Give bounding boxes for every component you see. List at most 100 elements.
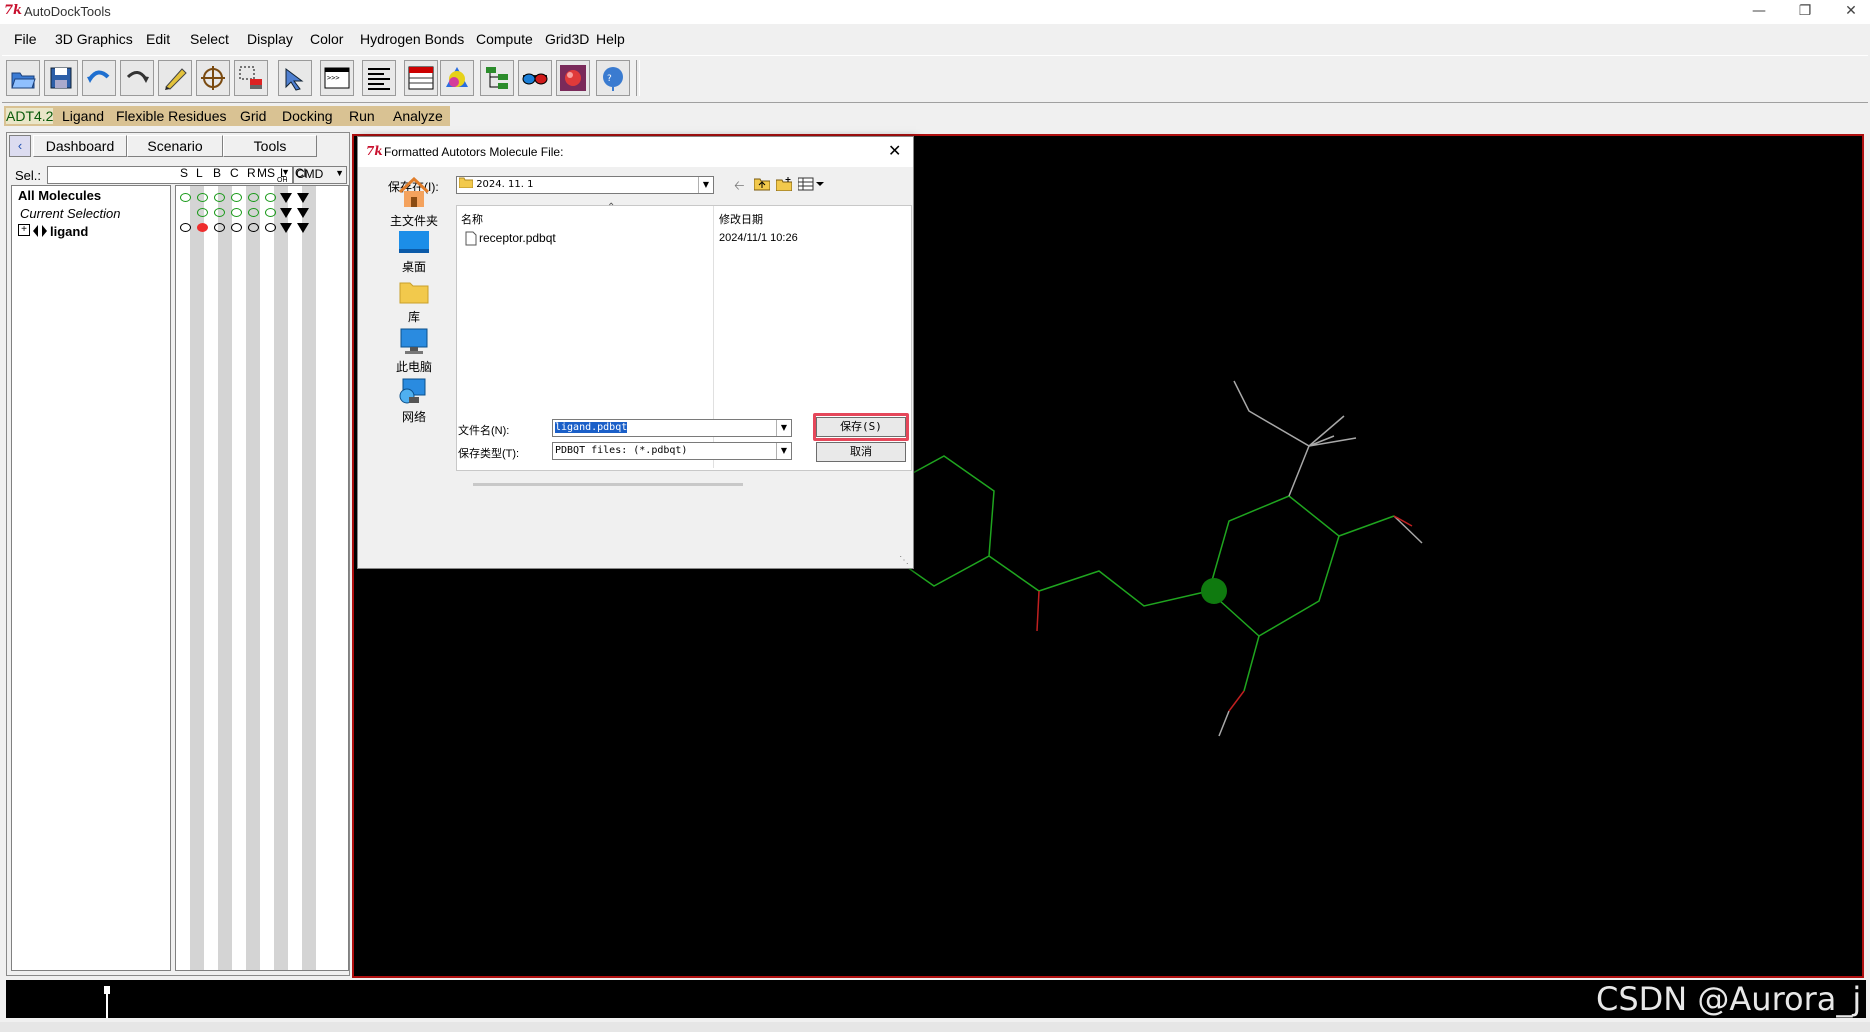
crosshair-icon[interactable] — [196, 60, 230, 96]
lines-toggle[interactable] — [197, 223, 208, 232]
module-ligand[interactable]: Ligand — [62, 108, 104, 124]
tree-ligand[interactable]: ligand — [50, 224, 88, 239]
label-dropdown-icon[interactable] — [280, 208, 292, 218]
module-grid[interactable]: Grid — [240, 108, 266, 124]
col-header-b[interactable]: B — [213, 166, 221, 180]
redo-icon[interactable] — [120, 60, 154, 96]
msms-toggle[interactable] — [265, 208, 276, 217]
menu-hydrogen-bonds[interactable]: Hydrogen Bonds — [360, 31, 464, 47]
tree-all-molecules[interactable]: All Molecules — [18, 188, 101, 203]
menu-color[interactable]: Color — [310, 31, 343, 47]
text-align-icon[interactable] — [362, 60, 396, 96]
close-icon[interactable]: ✕ — [888, 141, 901, 160]
save-in-dropdown[interactable]: 2024. 11. 1 ▼ — [456, 176, 714, 194]
tab-scenario[interactable]: Scenario — [127, 135, 223, 157]
menu-3d-graphics[interactable]: 3D Graphics — [55, 31, 133, 47]
menu-edit[interactable]: Edit — [146, 31, 170, 47]
msms-toggle[interactable] — [265, 193, 276, 202]
cpk-toggle[interactable] — [231, 193, 242, 202]
place-network[interactable]: 网络 — [374, 377, 454, 425]
tab-dashboard[interactable]: Dashboard — [33, 135, 127, 157]
selection-icon[interactable] — [234, 60, 268, 96]
restore-icon[interactable]: ❐ — [1782, 0, 1828, 24]
color-ball-icon[interactable] — [440, 60, 474, 96]
help-icon[interactable]: ? — [596, 60, 630, 96]
color-dropdown-icon[interactable] — [297, 208, 309, 218]
ball-toggle[interactable] — [214, 208, 225, 217]
cpk-toggle[interactable] — [231, 223, 242, 232]
col-header-s[interactable]: S — [180, 166, 188, 180]
pencil-icon[interactable] — [158, 60, 192, 96]
col-header-name[interactable]: 名称 — [461, 211, 483, 227]
col-header-c[interactable]: C — [230, 166, 239, 180]
collapse-panel-icon[interactable]: ‹ — [9, 135, 31, 157]
menu-compute[interactable]: Compute — [476, 31, 533, 47]
back-icon[interactable]: 🡠 — [734, 177, 745, 199]
tab-tools[interactable]: Tools — [223, 135, 317, 157]
menu-file[interactable]: File — [14, 31, 37, 47]
col-header-cl[interactable]: Cl — [295, 166, 306, 180]
lines-toggle[interactable] — [197, 208, 208, 217]
menu-grid3d[interactable]: Grid3D — [545, 31, 589, 47]
filename-input[interactable]: ligand.pdbqt ▼ — [552, 419, 792, 437]
msms-toggle[interactable] — [265, 223, 276, 232]
module-flexible-residues[interactable]: Flexible Residues — [116, 108, 227, 124]
menu-select[interactable]: Select — [190, 31, 229, 47]
filetype-dropdown[interactable]: PDBQT files: (*.pdbqt) ▼ — [552, 442, 792, 460]
spreadsheet-icon[interactable] — [404, 60, 438, 96]
ball-toggle[interactable] — [214, 193, 225, 202]
color-dropdown-icon[interactable] — [297, 193, 309, 203]
place-library[interactable]: 库 — [374, 279, 454, 325]
pointer-icon[interactable] — [278, 60, 312, 96]
menu-display[interactable]: Display — [247, 31, 293, 47]
label-dropdown-icon[interactable] — [280, 223, 292, 233]
place-this-pc[interactable]: 此电脑 — [374, 327, 454, 375]
save-button[interactable]: 保存(S) — [816, 417, 906, 437]
ball-toggle[interactable] — [214, 223, 225, 232]
undo-icon[interactable] — [82, 60, 116, 96]
up-folder-icon[interactable] — [754, 177, 770, 191]
label-dropdown-icon[interactable] — [280, 193, 292, 203]
cpk-toggle[interactable] — [231, 208, 242, 217]
stereo-glasses-icon[interactable] — [518, 60, 552, 96]
ribbon-toggle[interactable] — [248, 193, 259, 202]
expand-icon[interactable]: + — [18, 224, 30, 236]
place-home[interactable]: 主文件夹 — [374, 176, 454, 229]
show-toggle[interactable] — [180, 223, 191, 232]
python-shell-icon[interactable]: >>> — [320, 60, 354, 96]
column-stripe — [246, 186, 260, 970]
lines-toggle[interactable] — [197, 193, 208, 202]
col-header-r[interactable]: R — [247, 166, 256, 180]
tk-logo-icon: 7k — [4, 3, 23, 18]
save-disk-icon[interactable] — [44, 60, 78, 96]
cancel-button[interactable]: 取消 — [816, 442, 906, 462]
module-analyze[interactable]: Analyze — [393, 108, 443, 124]
module-run[interactable]: Run — [349, 108, 375, 124]
module-docking[interactable]: Docking — [282, 108, 333, 124]
ribbon-toggle[interactable] — [248, 223, 259, 232]
color-dropdown-icon[interactable] — [297, 223, 309, 233]
dialog-title: Formatted Autotors Molecule File: — [384, 145, 564, 159]
menu-help[interactable]: Help — [596, 31, 625, 47]
new-folder-icon[interactable] — [776, 177, 792, 191]
col-header-ms[interactable]: MS — [257, 166, 275, 180]
show-toggle[interactable] — [180, 193, 191, 202]
col-header-l[interactable]: L — [196, 166, 203, 180]
hierarchy-icon[interactable] — [480, 60, 514, 96]
file-row[interactable]: receptor.pdbqt 2024/11/1 10:26 — [465, 230, 885, 248]
resize-grip-icon[interactable]: ⋱ — [899, 555, 909, 566]
rendering-icon[interactable] — [556, 60, 590, 96]
atom-sphere — [1201, 578, 1227, 604]
place-desktop[interactable]: 桌面 — [374, 229, 454, 275]
chevron-down-icon: ▼ — [335, 168, 344, 178]
ribbon-toggle[interactable] — [248, 208, 259, 217]
horizontal-scrollbar[interactable] — [473, 483, 743, 486]
slider-handle[interactable] — [104, 986, 110, 994]
module-adt42[interactable]: ADT4.2 — [6, 108, 54, 124]
tree-current-selection[interactable]: Current Selection — [20, 206, 120, 221]
open-folder-icon[interactable] — [6, 60, 40, 96]
col-header-modified[interactable]: 修改日期 — [719, 211, 763, 227]
close-icon[interactable]: ✕ — [1828, 0, 1870, 24]
minimize-icon[interactable]: — — [1736, 0, 1782, 24]
view-menu-icon[interactable] — [798, 177, 824, 191]
